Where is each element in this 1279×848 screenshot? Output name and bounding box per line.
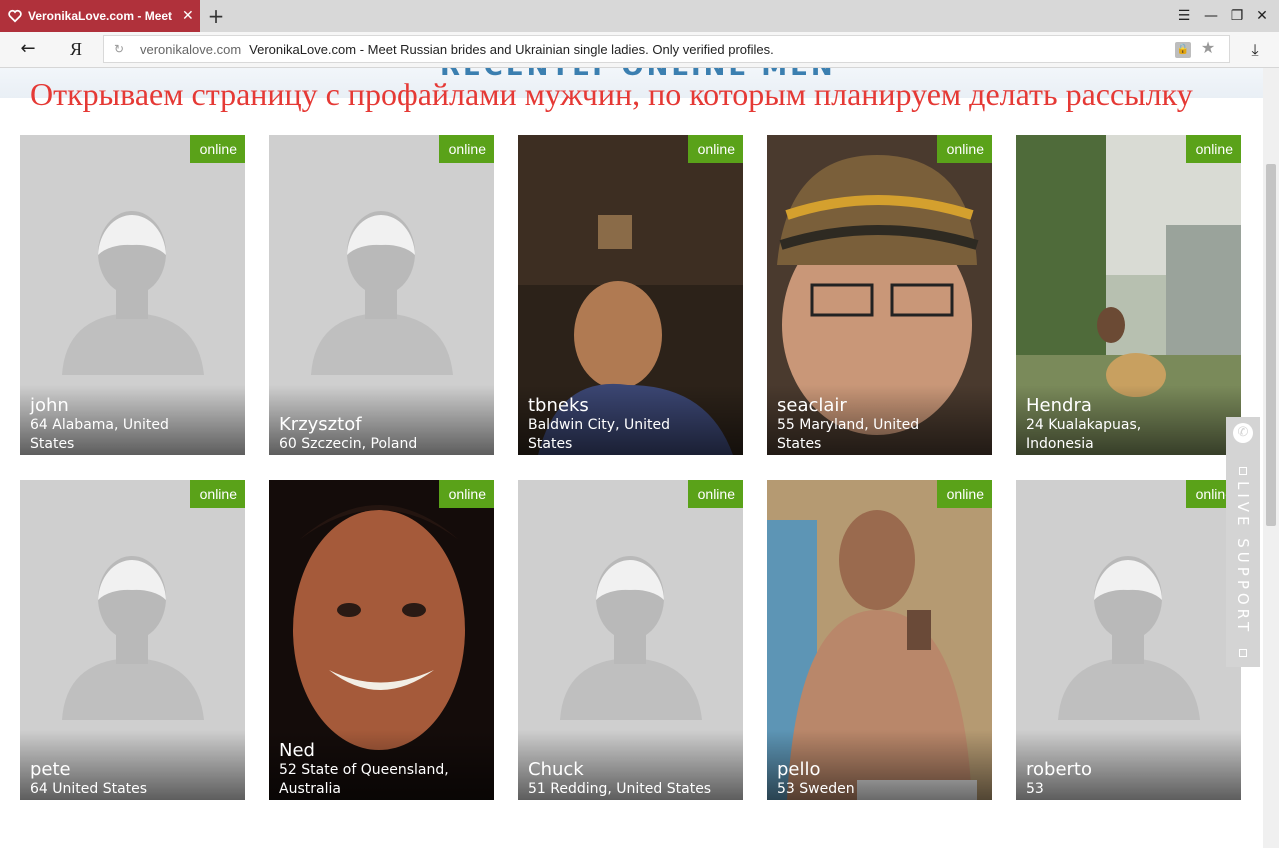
yandex-icon[interactable]: Я xyxy=(66,38,86,60)
profile-name[interactable]: john xyxy=(30,395,69,416)
profile-name[interactable]: Ned xyxy=(279,740,315,761)
profile-card[interactable]: online roberto 53 xyxy=(1016,480,1241,800)
scrollbar-thumb[interactable] xyxy=(1266,164,1276,526)
minimize-icon[interactable]: — xyxy=(1201,6,1221,26)
url-domain: veronikalove.com xyxy=(140,41,242,57)
profile-card[interactable]: online pello 53 Sweden xyxy=(767,480,992,800)
profile-info: pello 53 Sweden xyxy=(767,730,992,800)
profile-age-location: 51 Redding, United States xyxy=(528,781,712,797)
profile-card[interactable]: online Ned 52 State of Queensland, Australi… xyxy=(269,480,494,800)
profile-card[interactable]: online seaclair 55 Maryland, United States xyxy=(767,135,992,455)
lock-icon[interactable]: 🔒 xyxy=(1175,42,1191,58)
profile-name[interactable]: Krzysztof xyxy=(279,414,362,435)
profile-name[interactable]: pete xyxy=(30,759,71,780)
profile-age-location: 52 State of Queensland, xyxy=(279,762,449,778)
profile-name[interactable]: roberto xyxy=(1026,759,1092,780)
close-window-icon[interactable]: ✕ xyxy=(1252,6,1272,26)
scrollbar[interactable] xyxy=(1263,68,1279,848)
profile-name[interactable]: pello xyxy=(777,759,821,780)
online-badge: online xyxy=(438,480,494,508)
tab-title: VeronikaLove.com - Meet xyxy=(28,9,173,23)
tab-close-icon[interactable]: ✕ xyxy=(182,8,194,24)
profile-age-location: 53 Sweden xyxy=(777,781,855,797)
profile-location-cont: States xyxy=(777,436,822,452)
profile-info: Chuck 51 Redding, United States xyxy=(518,730,743,800)
profile-card[interactable]: online Chuck 51 Redding, United States xyxy=(518,480,743,800)
profile-location-cont: States xyxy=(30,436,75,452)
back-arrow-icon[interactable]: ← xyxy=(18,39,38,59)
profile-location-cont: States xyxy=(528,436,573,452)
profile-info: Ned 52 State of Queensland, Australia xyxy=(269,730,494,800)
profile-info: Krzysztof 60 Szczecin, Poland xyxy=(269,385,494,455)
bookmark-star-icon[interactable]: ★ xyxy=(1199,40,1217,58)
new-tab-button[interactable]: + xyxy=(206,4,226,28)
profile-location-cont: Indonesia xyxy=(1026,436,1094,452)
profile-card[interactable]: online pete 64 United States xyxy=(20,480,245,800)
online-badge: online xyxy=(936,135,992,163)
url-field[interactable]: ↻ veronikalove.com VeronikaLove.com - Me… xyxy=(103,35,1230,63)
profile-info: seaclair 55 Maryland, United States xyxy=(767,385,992,455)
profile-card[interactable]: online tbneks Baldwin City, United States xyxy=(518,135,743,455)
profile-age-location: 64 United States xyxy=(30,781,148,797)
annotation-caption: Открываем страницу с профайлами мужчин, … xyxy=(30,76,1193,112)
profile-info: tbneks Baldwin City, United States xyxy=(518,385,743,455)
online-badge: online xyxy=(936,480,992,508)
profile-card[interactable]: online Hendra 24 Kualakapuas, Indonesia xyxy=(1016,135,1241,455)
profile-age-location: 53 xyxy=(1026,781,1044,797)
profile-card[interactable]: online Krzysztof 60 Szczecin, Poland xyxy=(269,135,494,455)
online-badge: online xyxy=(189,480,245,508)
profile-name[interactable]: tbneks xyxy=(528,395,589,416)
profile-info: john 64 Alabama, United States xyxy=(20,385,245,455)
address-bar: ← Я ↻ veronikalove.com VeronikaLove.com … xyxy=(0,32,1279,68)
url-page-title: VeronikaLove.com - Meet Russian brides a… xyxy=(249,41,774,57)
online-badge: online xyxy=(687,135,743,163)
profile-age-location: Baldwin City, United xyxy=(528,417,670,433)
browser-tab-active[interactable]: VeronikaLove.com - Meet ✕ xyxy=(0,0,200,32)
profile-age-location: 64 Alabama, United xyxy=(30,417,169,433)
online-badge: online xyxy=(189,135,245,163)
profile-age-location: 55 Maryland, United xyxy=(777,417,920,433)
live-support-box-icon xyxy=(1239,467,1247,475)
download-icon[interactable]: ⤓ xyxy=(1244,39,1266,61)
restore-icon[interactable]: ❐ xyxy=(1227,6,1247,26)
live-support-label: LIVE SUPPORT xyxy=(1234,481,1252,636)
site-heart-icon xyxy=(8,9,22,23)
live-support-box-icon xyxy=(1239,649,1247,657)
menu-icon[interactable]: ☰ xyxy=(1174,6,1194,26)
profile-location-cont: Australia xyxy=(279,781,341,797)
profile-name[interactable]: Chuck xyxy=(528,759,584,780)
page-content: RECENTLY ONLINE MEN Открываем страницу с… xyxy=(0,68,1263,848)
reload-icon[interactable]: ↻ xyxy=(112,42,126,56)
online-badge: online xyxy=(687,480,743,508)
profile-info: pete 64 United States xyxy=(20,730,245,800)
profile-age-location: 60 Szczecin, Poland xyxy=(279,436,418,452)
tab-bar: VeronikaLove.com - Meet ✕ + ☰ — ❐ ✕ xyxy=(0,0,1279,32)
profile-info: Hendra 24 Kualakapuas, Indonesia xyxy=(1016,385,1241,455)
live-support-widget[interactable]: ✆ LIVE SUPPORT xyxy=(1226,417,1260,667)
profile-name[interactable]: Hendra xyxy=(1026,395,1092,416)
profile-name[interactable]: seaclair xyxy=(777,395,847,416)
profile-card[interactable]: online john 64 Alabama, United States xyxy=(20,135,245,455)
online-badge: online xyxy=(1185,135,1241,163)
profile-info: roberto 53 xyxy=(1016,730,1241,800)
online-badge: online xyxy=(438,135,494,163)
profile-age-location: 24 Kualakapuas, xyxy=(1026,417,1142,433)
chat-icon: ✆ xyxy=(1233,423,1253,443)
